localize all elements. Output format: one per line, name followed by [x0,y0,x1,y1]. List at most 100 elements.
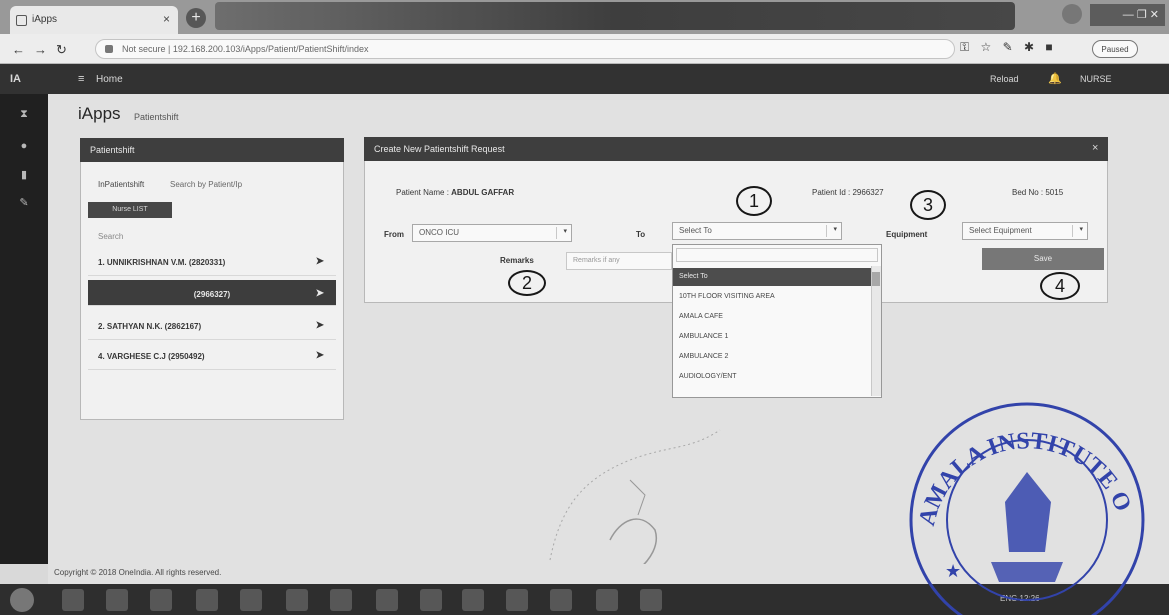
patient-item-selected[interactable]: (2966327) ➤ [88,280,336,306]
dropdown-option[interactable]: AUDIOLOGY/ENT [673,368,871,386]
paused-button[interactable]: Paused [1092,40,1138,58]
app-brand[interactable]: IA [10,73,21,85]
taskbar-app-icon[interactable] [240,589,262,611]
search-label[interactable]: Search [98,232,123,241]
patient-id-label: Patient Id : [812,188,853,197]
page-title: iApps [78,104,121,123]
back-icon[interactable]: ← [12,42,25,57]
tab-strip-background [215,2,1015,30]
pencil-icon[interactable]: ✎ [16,196,32,212]
dropdown-option[interactable]: Select To [673,268,871,286]
square-icon[interactable]: ■ [1045,40,1052,54]
patient-label: 2. SATHYAN N.K. (2862167) [98,322,202,331]
taskbar-app-icon[interactable] [506,589,528,611]
star-icon[interactable]: ☆ [980,40,991,54]
forward-icon[interactable]: → [34,42,47,57]
patient-name-label: Patient Name : [396,188,452,197]
taskbar-app-icon[interactable] [62,589,84,611]
patient-item[interactable]: 1. UNNIKRISHNAN V.M. (2820331) ➤ [88,248,336,276]
browser-tab[interactable]: iApps × [10,6,178,34]
taskbar-app-icon[interactable] [550,589,572,611]
from-select[interactable]: ONCO ICU ▾ [412,224,572,242]
dropdown-option[interactable]: 10TH FLOOR VISITING AREA [673,288,871,306]
patient-item[interactable]: 2. SATHYAN N.K. (2862167) ➤ [88,312,336,340]
tab-inpatientshift[interactable]: InPatientshift [98,180,144,189]
equipment-select[interactable]: Select Equipment ▾ [962,222,1088,240]
chart-icon[interactable]: ▮ [16,168,32,184]
bed-row: Bed No : 5015 [1012,188,1063,197]
favicon-icon [16,15,27,26]
handwritten-signature [549,429,721,571]
user-menu[interactable]: NURSE [1080,74,1112,84]
taskbar-app-icon[interactable] [196,589,218,611]
patient-label: (2966327) [193,290,231,299]
taskbar-app-icon[interactable] [596,589,618,611]
send-icon[interactable]: ➤ [316,350,324,361]
from-label: From [384,230,404,239]
equipment-select-value: Select Equipment [969,226,1032,235]
taskbar-app-icon[interactable] [286,589,308,611]
bell-icon[interactable]: 🔔 [1048,72,1062,85]
hourglass-icon[interactable]: ⧗ [16,108,32,124]
taskbar-app-icon[interactable] [462,589,484,611]
page-subtitle: Patientshift [134,112,179,122]
patient-list-header: Patientshift [80,138,344,162]
dropdown-option[interactable]: AMBULANCE 1 [673,328,871,346]
equipment-label: Equipment [886,230,928,239]
patient-name-value: ABDUL GAFFAR [451,188,515,197]
home-link[interactable]: Home [96,74,123,85]
shift-request-header: Create New Patientshift Request [364,137,1108,161]
taskbar-app-icon[interactable] [640,589,662,611]
url-input[interactable]: Not secure | 192.168.200.103/iApps/Patie… [95,39,955,59]
chevron-down-icon: ▾ [826,225,837,237]
dropdown-scroll-thumb[interactable] [872,272,880,286]
taskbar-app-icon[interactable] [330,589,352,611]
save-button[interactable]: Save [982,248,1104,270]
puzzle-icon[interactable]: ✱ [1024,40,1034,54]
to-label: To [636,230,646,239]
patient-name-row: Patient Name : ABDUL GAFFAR [396,188,514,197]
taskbar-app-icon[interactable] [420,589,442,611]
send-icon[interactable]: ➤ [316,256,324,267]
url-text: Not secure | 192.168.200.103/iApps/Patie… [122,44,369,54]
bed-value: 5015 [1045,188,1064,197]
nurse-list-button[interactable]: Nurse LIST [88,202,172,218]
annotation-4: 4 [1040,272,1080,300]
taskbar-app-icon[interactable] [106,589,128,611]
institution-stamp: AMALA INSTITUTE OF MEDICAL SCIENCES ★ [905,392,1145,615]
annotation-1: 1 [736,186,772,216]
taskbar-app-icon[interactable] [150,589,172,611]
reload-icon[interactable]: ↻ [56,42,67,58]
remarks-input[interactable]: Remarks if any [566,252,672,270]
tab-title: iApps [32,14,58,25]
to-select-value: Select To [679,226,712,235]
to-select[interactable]: Select To ▾ [672,222,842,240]
menu-icon[interactable]: ≡ [78,73,84,85]
taskbar-app-icon[interactable] [376,589,398,611]
tab-search-by-patient[interactable]: Search by Patient/Ip [170,180,242,189]
from-select-value: ONCO ICU [419,228,459,237]
window-controls[interactable]: — ❐ ✕ [1090,4,1165,26]
profile-icon[interactable] [1062,4,1082,24]
start-icon[interactable] [10,588,34,612]
send-icon[interactable]: ➤ [316,288,324,299]
patient-item[interactable]: 4. VARGHESE C.J (2950492) ➤ [88,342,336,370]
close-icon[interactable]: × [1092,142,1098,154]
dropdown-option[interactable]: AMBULANCE 2 [673,348,871,366]
chevron-down-icon: ▾ [556,227,567,239]
copyright-text: Copyright © 2018 OneIndia. All rights re… [54,568,222,577]
circle-icon[interactable]: ● [16,140,32,156]
dropdown-search-input[interactable] [676,248,878,262]
key-icon[interactable]: ⚿ [960,40,969,55]
new-tab-button[interactable]: + [186,8,206,28]
annotation-2: 2 [508,270,546,296]
lock-icon [105,45,113,53]
patient-id-value: 2966327 [852,188,884,197]
reload-link[interactable]: Reload [990,74,1019,84]
pen-icon[interactable]: ✎ [1003,40,1013,54]
tab-close-icon[interactable]: × [163,12,170,26]
sidebar [0,94,48,564]
dropdown-option[interactable]: AMALA CAFE [673,308,871,326]
patient-id-row: Patient Id : 2966327 [812,188,884,197]
send-icon[interactable]: ➤ [316,320,324,331]
